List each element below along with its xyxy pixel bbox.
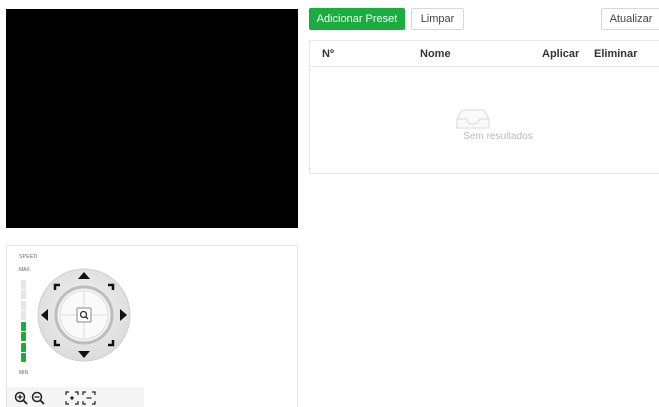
column-header-apply: Aplicar bbox=[542, 48, 580, 60]
speed-segment bbox=[21, 353, 26, 362]
ptz-joystick[interactable] bbox=[36, 267, 132, 363]
refresh-button[interactable]: Atualizar bbox=[601, 8, 659, 30]
speed-label: SPEED bbox=[19, 254, 38, 260]
speed-segment bbox=[21, 300, 26, 310]
auto-focus-icon[interactable] bbox=[76, 307, 92, 323]
zoom-focus-bar bbox=[7, 387, 144, 407]
table-header: Nº Nome Aplicar Eliminar bbox=[310, 41, 659, 67]
preset-table: Nº Nome Aplicar Eliminar Sem resultados bbox=[309, 40, 659, 174]
speed-max-label: MAX bbox=[19, 267, 30, 273]
speed-segment bbox=[21, 311, 26, 320]
add-preset-button[interactable]: Adicionar Preset bbox=[309, 8, 405, 30]
speed-slider[interactable] bbox=[21, 278, 26, 362]
speed-segment bbox=[21, 290, 26, 299]
zoom-out-icon[interactable] bbox=[31, 391, 45, 405]
zoom-in-icon[interactable] bbox=[14, 391, 28, 405]
speed-segment bbox=[21, 342, 26, 352]
video-preview bbox=[6, 9, 298, 228]
ptz-control-panel: SPEED MAX MIN bbox=[6, 245, 298, 407]
clear-button[interactable]: Limpar bbox=[411, 8, 464, 30]
column-header-name: Nome bbox=[420, 48, 451, 60]
speed-segment bbox=[21, 321, 26, 331]
focus-near-icon[interactable] bbox=[65, 391, 79, 405]
column-header-delete: Eliminar bbox=[594, 48, 638, 60]
speed-segment bbox=[21, 279, 26, 289]
inbox-empty-icon bbox=[456, 109, 490, 129]
empty-state-text: Sem resultados bbox=[463, 131, 533, 142]
speed-min-label: MIN bbox=[19, 370, 29, 376]
column-header-number: Nº bbox=[322, 48, 334, 60]
speed-segment bbox=[21, 332, 26, 341]
focus-far-icon[interactable] bbox=[82, 391, 96, 405]
